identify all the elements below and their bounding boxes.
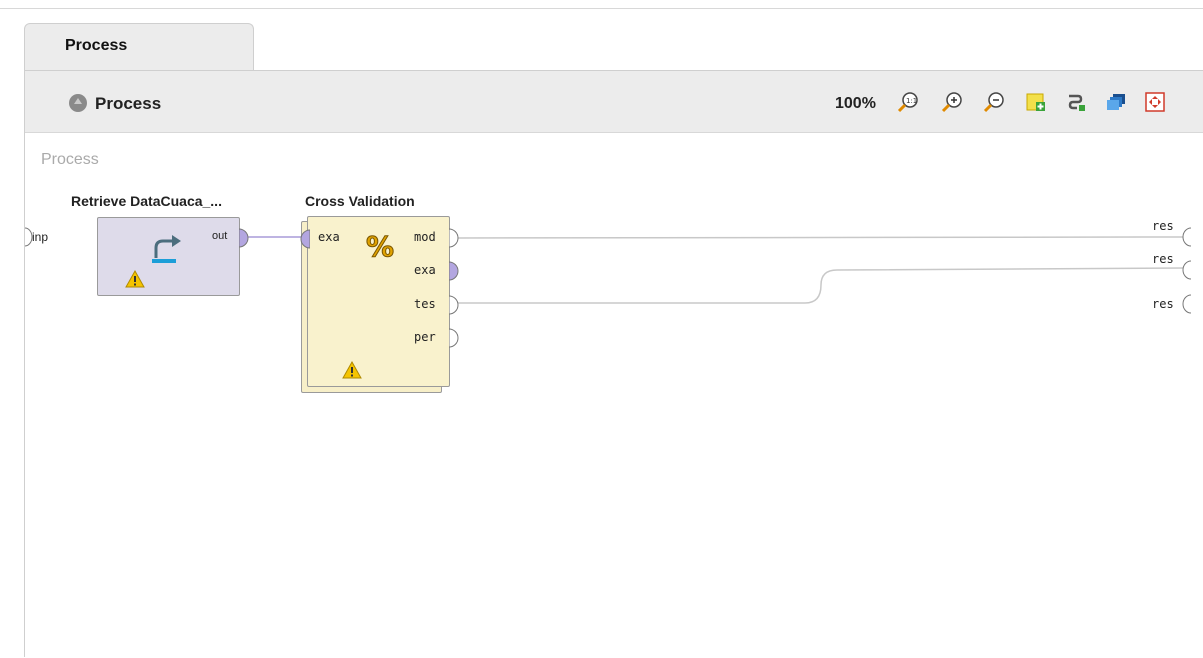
percent-icon: % bbox=[366, 230, 395, 264]
zoom-in-icon[interactable] bbox=[941, 91, 963, 113]
xval-port-label-exa: exa bbox=[414, 263, 436, 277]
zoom-out-icon[interactable] bbox=[983, 91, 1005, 113]
xval-out-port-mod[interactable] bbox=[449, 228, 459, 248]
wire-mod-to-res bbox=[456, 236, 1186, 239]
result-port-label-3: res bbox=[1152, 297, 1174, 311]
fit-to-view-icon[interactable] bbox=[1144, 91, 1166, 113]
result-port-label-2: res bbox=[1152, 252, 1174, 266]
svg-text:%: % bbox=[366, 230, 394, 263]
xval-in-port[interactable] bbox=[300, 229, 310, 249]
xval-port-label-mod: mod bbox=[414, 230, 436, 244]
add-note-icon[interactable] bbox=[1025, 91, 1047, 113]
arrange-layers-icon[interactable] bbox=[1105, 91, 1127, 113]
xval-out-port-per[interactable] bbox=[449, 328, 459, 348]
process-canvas[interactable]: Process inp res res res Retrieve DataCua… bbox=[25, 133, 1203, 658]
input-port-label: inp bbox=[32, 230, 49, 244]
svg-text:1:1: 1:1 bbox=[906, 97, 917, 105]
zoom-reset-icon[interactable]: 1:1 bbox=[897, 91, 919, 113]
top-divider bbox=[0, 8, 1203, 9]
retrieve-operator[interactable]: out bbox=[97, 217, 249, 296]
retrieve-operator-title: Retrieve DataCuaca_... bbox=[71, 193, 222, 209]
process-toolbar: Process 100% 1:1 bbox=[25, 71, 1203, 133]
tab-process-label: Process bbox=[65, 37, 128, 54]
result-port-3[interactable] bbox=[1182, 294, 1192, 314]
xval-operator-title: Cross Validation bbox=[305, 193, 415, 209]
connection-wires bbox=[25, 227, 1192, 314]
xval-port-label-tes: tes bbox=[414, 297, 436, 311]
xval-out-port-tes[interactable] bbox=[449, 295, 459, 315]
process-panel: Process 100% 1:1 Process inp res res res… bbox=[24, 70, 1203, 657]
input-port-inp[interactable] bbox=[25, 227, 33, 247]
xval-port-label-per: per bbox=[414, 330, 436, 344]
zoom-level: 100% bbox=[835, 95, 876, 112]
result-port-2[interactable] bbox=[1182, 260, 1192, 280]
result-port-label-1: res bbox=[1152, 219, 1174, 233]
retrieve-out-port-label: out bbox=[212, 230, 228, 242]
auto-wire-icon[interactable] bbox=[1065, 91, 1087, 113]
wire-tes-to-res bbox=[457, 267, 1186, 304]
retrieve-warning-icon[interactable] bbox=[125, 270, 145, 288]
breadcrumb-process[interactable]: Process bbox=[95, 94, 161, 114]
xval-warning-icon[interactable] bbox=[342, 361, 362, 379]
xval-out-port-exa[interactable] bbox=[449, 261, 459, 281]
retrieve-arrow-icon bbox=[152, 235, 181, 263]
result-port-1[interactable] bbox=[1182, 227, 1192, 247]
tab-process[interactable]: Process bbox=[24, 23, 254, 71]
retrieve-out-port[interactable] bbox=[239, 228, 249, 248]
navigate-up-icon[interactable] bbox=[69, 94, 87, 112]
xval-in-port-label: exa bbox=[318, 230, 340, 244]
xval-operator[interactable]: exa % mod exa tes per bbox=[300, 216, 459, 387]
